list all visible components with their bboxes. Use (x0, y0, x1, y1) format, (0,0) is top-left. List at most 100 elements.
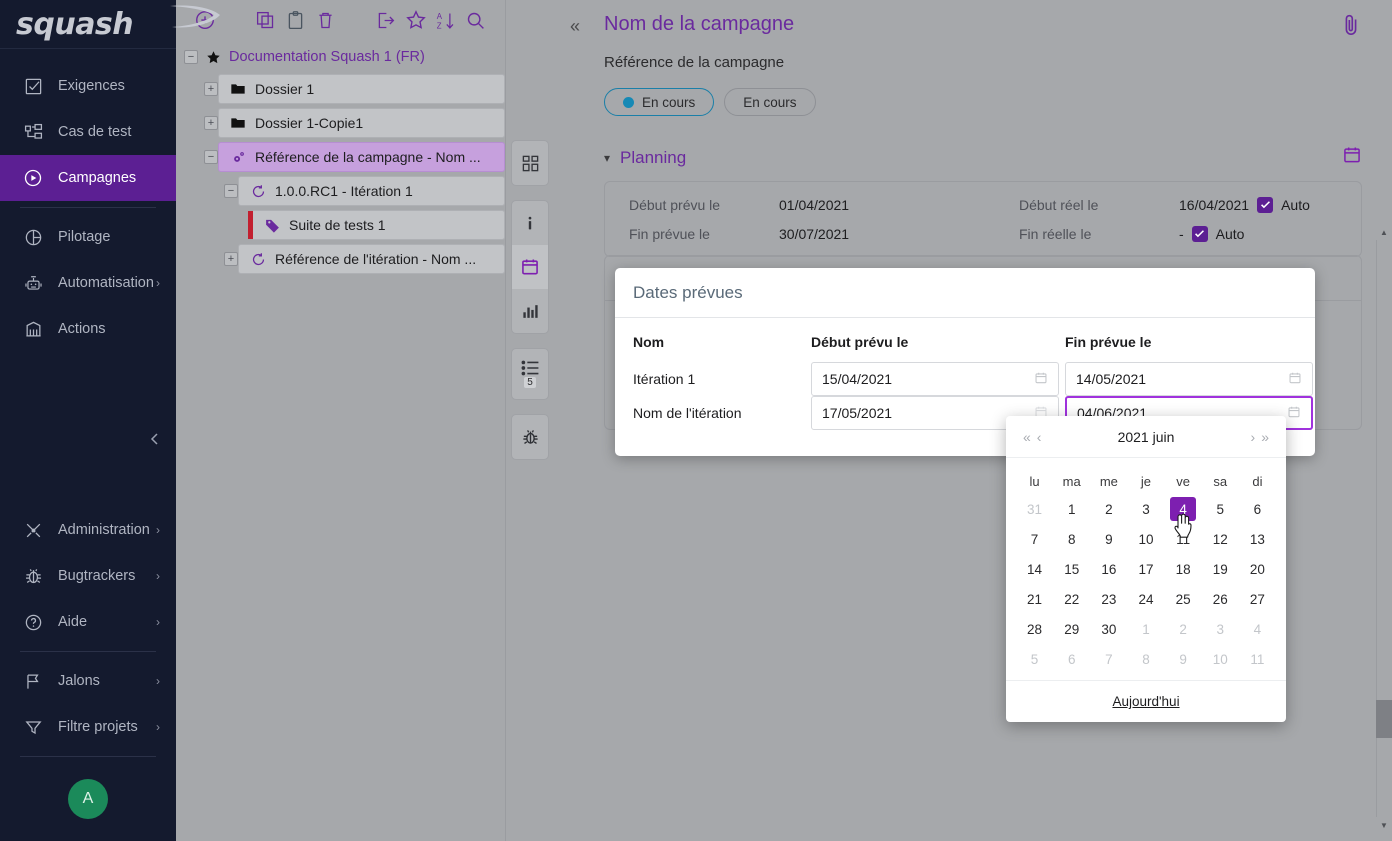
calendar-icon[interactable] (1288, 371, 1302, 388)
date-picker-day[interactable]: 10 (1127, 524, 1164, 554)
date-picker-day[interactable]: 15 (1053, 554, 1090, 584)
today-link[interactable]: Aujourd'hui (1112, 694, 1179, 709)
sidebar-item-aide[interactable]: Aide › (0, 599, 176, 645)
date-picker-day[interactable]: 5 (1016, 644, 1053, 674)
date-picker-day[interactable]: 25 (1165, 584, 1202, 614)
calendar-icon[interactable] (1287, 405, 1301, 422)
chevron-down-icon[interactable]: ▾ (604, 151, 610, 165)
sidebar-item-filtre-projets[interactable]: Filtre projets › (0, 704, 176, 750)
date-picker-day[interactable]: 30 (1090, 614, 1127, 644)
statistics-tab[interactable] (511, 289, 549, 333)
date-picker-day[interactable]: 21 (1016, 584, 1053, 614)
test-list-tab[interactable]: 5 (511, 349, 549, 399)
tree-node-reference-iteration[interactable]: Référence de l'itération - Nom ... (238, 244, 505, 274)
panel-collapse-button[interactable]: « (570, 16, 580, 37)
date-picker-day[interactable]: 13 (1239, 524, 1276, 554)
app-logo[interactable]: squash (0, 0, 176, 49)
auto-checkbox-fin-reelle[interactable] (1192, 226, 1208, 242)
date-picker-day[interactable]: 3 (1202, 614, 1239, 644)
date-picker-day[interactable]: 7 (1016, 524, 1053, 554)
date-picker-day[interactable]: 4 (1165, 494, 1202, 524)
date-picker-day[interactable]: 7 (1090, 644, 1127, 674)
date-picker-day[interactable]: 20 (1239, 554, 1276, 584)
date-picker-day[interactable]: 2 (1090, 494, 1127, 524)
date-picker-day[interactable]: 9 (1090, 524, 1127, 554)
next-year-button[interactable]: » (1258, 429, 1272, 445)
date-picker-day[interactable]: 8 (1053, 524, 1090, 554)
favorite-button[interactable] (401, 5, 431, 35)
date-picker-day[interactable]: 17 (1127, 554, 1164, 584)
sidebar-item-jalons[interactable]: Jalons › (0, 658, 176, 704)
scrollbar-thumb[interactable] (1376, 700, 1392, 738)
status-badge-secondary[interactable]: En cours (724, 88, 815, 116)
sidebar-item-actions[interactable]: Actions (0, 306, 176, 352)
date-picker-day[interactable]: 3 (1127, 494, 1164, 524)
tree-node-iteration-1[interactable]: 1.0.0.RC1 - Itération 1 (238, 176, 505, 206)
overview-tab[interactable] (511, 141, 549, 185)
date-picker-day[interactable]: 24 (1127, 584, 1164, 614)
tree-node-dossier-1[interactable]: Dossier 1 (218, 74, 505, 104)
scroll-up-button[interactable]: ▲ (1376, 224, 1392, 240)
date-picker-day[interactable]: 18 (1165, 554, 1202, 584)
auto-checkbox-debut-reel[interactable] (1257, 197, 1273, 213)
sort-button[interactable]: A Z (431, 5, 461, 35)
sidebar-item-campagnes[interactable]: Campagnes (0, 155, 176, 201)
delete-button[interactable] (310, 5, 340, 35)
sidebar-item-pilotage[interactable]: Pilotage (0, 214, 176, 260)
planning-calendar-button[interactable] (1342, 145, 1362, 170)
start-date-input-row-1[interactable]: 15/04/2021 (811, 362, 1059, 396)
attachment-button[interactable] (1340, 12, 1362, 43)
tree-root-twisty[interactable]: − (184, 50, 198, 64)
tree-twisty[interactable]: − (224, 184, 238, 198)
tree-twisty[interactable]: − (204, 150, 218, 164)
prev-month-button[interactable]: ‹ (1034, 429, 1045, 445)
tree-node-suite-de-tests-1[interactable]: Suite de tests 1 (253, 210, 505, 240)
date-picker-day[interactable]: 14 (1016, 554, 1053, 584)
calendar-icon[interactable] (1034, 371, 1048, 388)
sidebar-item-administration[interactable]: Administration › (0, 507, 176, 553)
export-button[interactable] (371, 5, 401, 35)
date-picker-day[interactable]: 4 (1239, 614, 1276, 644)
next-month-button[interactable]: › (1248, 429, 1259, 445)
vertical-scrollbar[interactable]: ▲ ▼ (1376, 0, 1392, 841)
search-button[interactable] (461, 5, 491, 35)
sidebar-collapse-button[interactable] (144, 428, 166, 450)
end-date-input-row-1[interactable]: 14/05/2021 (1065, 362, 1313, 396)
planning-tab[interactable] (511, 245, 549, 289)
date-picker-day[interactable]: 16 (1090, 554, 1127, 584)
date-picker-day[interactable]: 11 (1239, 644, 1276, 674)
date-picker-day[interactable]: 12 (1202, 524, 1239, 554)
copy-button[interactable] (250, 5, 280, 35)
date-picker-day[interactable]: 1 (1053, 494, 1090, 524)
date-picker-day[interactable]: 27 (1239, 584, 1276, 614)
date-picker-day[interactable]: 6 (1239, 494, 1276, 524)
tree-twisty[interactable]: + (204, 116, 218, 130)
date-picker-day[interactable]: 10 (1202, 644, 1239, 674)
tree-twisty[interactable]: + (204, 82, 218, 96)
date-picker-day[interactable]: 9 (1165, 644, 1202, 674)
date-picker-day[interactable]: 11 (1165, 524, 1202, 554)
date-picker-day[interactable]: 29 (1053, 614, 1090, 644)
tree-node-dossier-1-copie1[interactable]: Dossier 1-Copie1 (218, 108, 505, 138)
paste-button[interactable] (280, 5, 310, 35)
date-picker-day[interactable]: 5 (1202, 494, 1239, 524)
sidebar-item-bugtrackers[interactable]: Bugtrackers › (0, 553, 176, 599)
prev-year-button[interactable]: « (1020, 429, 1034, 445)
bugs-tab[interactable] (511, 415, 549, 459)
date-picker-day[interactable]: 31 (1016, 494, 1053, 524)
date-picker-day[interactable]: 28 (1016, 614, 1053, 644)
date-picker-day[interactable]: 8 (1127, 644, 1164, 674)
date-picker-day[interactable]: 2 (1165, 614, 1202, 644)
status-badge-execution[interactable]: En cours (604, 88, 714, 116)
date-picker-day[interactable]: 23 (1090, 584, 1127, 614)
information-tab[interactable] (511, 201, 549, 245)
scroll-down-button[interactable]: ▼ (1376, 817, 1392, 833)
tree-root-node[interactable]: − Documentation Squash 1 (FR) (176, 44, 505, 70)
sidebar-item-cas-de-test[interactable]: Cas de test (0, 109, 176, 155)
avatar[interactable]: A (68, 779, 108, 819)
sidebar-item-exigences[interactable]: Exigences (0, 63, 176, 109)
tree-node-reference-campagne[interactable]: Référence de la campagne - Nom ... (218, 142, 505, 172)
sidebar-item-automatisation[interactable]: Automatisation › (0, 260, 176, 306)
date-picker-day[interactable]: 26 (1202, 584, 1239, 614)
date-picker-day[interactable]: 6 (1053, 644, 1090, 674)
